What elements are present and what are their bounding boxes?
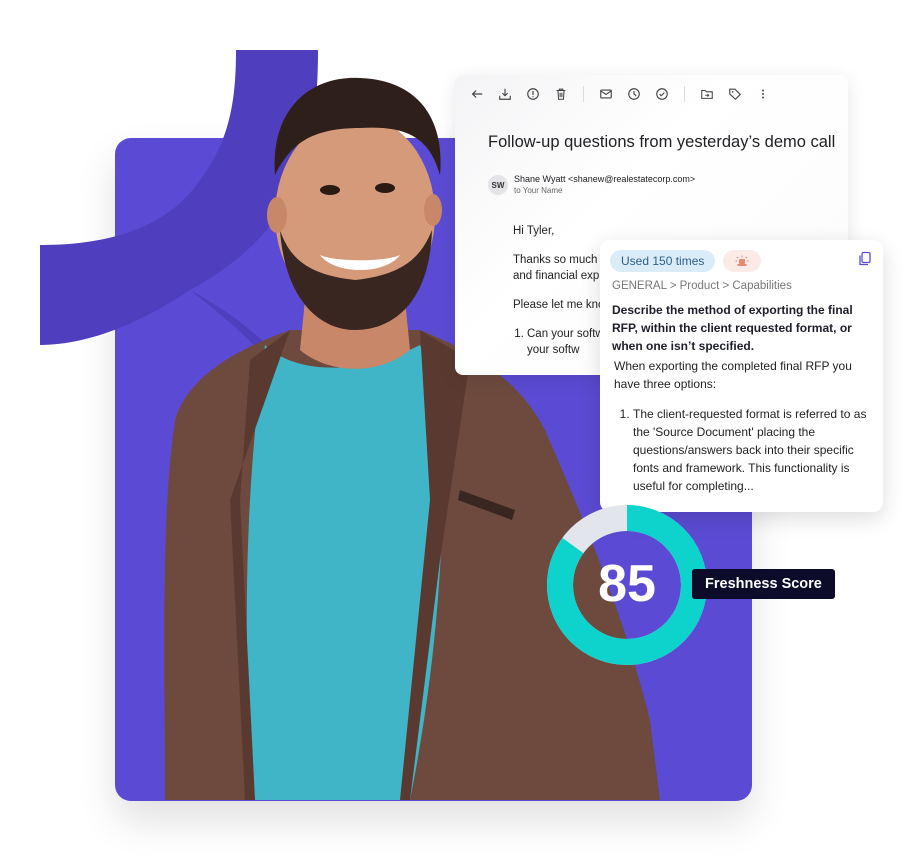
- email-paragraph-line: Thanks so much: [513, 254, 598, 266]
- email-question-line: your softw: [527, 344, 580, 356]
- sender-name: Shane Wyatt <shanew@realestatecorp.com>: [514, 174, 696, 184]
- siren-icon: [735, 255, 749, 266]
- answer-question: Describe the method of exporting the fin…: [612, 303, 853, 353]
- email-greeting: Hi Tyler,: [513, 225, 555, 237]
- email-toolbar: [455, 75, 848, 113]
- delete-icon[interactable]: [547, 80, 575, 108]
- add-to-tasks-icon[interactable]: [648, 80, 676, 108]
- answer-text: When exporting the completed final RFP y…: [614, 357, 876, 495]
- copy-icon[interactable]: [857, 251, 873, 267]
- answer-library-card[interactable]: Used 150 times GENERAL > Product > Capab…: [600, 240, 883, 512]
- toolbar-divider: [684, 86, 685, 102]
- archive-icon[interactable]: [491, 80, 519, 108]
- usage-count-badge: Used 150 times: [610, 250, 716, 272]
- answer-option: The client-requested format is referred …: [633, 405, 876, 495]
- mark-unread-icon[interactable]: [592, 80, 620, 108]
- sender-row: SW Shane Wyatt <shanew@realestatecorp.co…: [488, 174, 695, 196]
- toolbar-divider: [583, 86, 584, 102]
- report-spam-icon[interactable]: [519, 80, 547, 108]
- move-to-icon[interactable]: [693, 80, 721, 108]
- more-icon[interactable]: [749, 80, 777, 108]
- sender-info: Shane Wyatt <shanew@realestatecorp.com> …: [514, 174, 695, 196]
- back-arrow-icon[interactable]: [463, 80, 491, 108]
- sender-avatar: SW: [488, 175, 508, 195]
- alert-badge: [723, 250, 761, 272]
- answer-options-list: The client-requested format is referred …: [614, 405, 876, 495]
- answer-intro: When exporting the completed final RFP y…: [614, 359, 852, 391]
- email-subject: Follow-up questions from yesterday’s dem…: [488, 133, 836, 151]
- snooze-icon[interactable]: [620, 80, 648, 108]
- recipient-line: to Your Name: [514, 186, 563, 195]
- label-icon[interactable]: [721, 80, 749, 108]
- answer-breadcrumb: GENERAL > Product > Capabilities: [612, 280, 792, 292]
- email-question-line: Can your softw: [527, 328, 604, 340]
- freshness-score-value: 85: [598, 555, 656, 613]
- freshness-score-label: Freshness Score: [692, 569, 835, 599]
- email-paragraph-line: and financial exp: [513, 270, 600, 282]
